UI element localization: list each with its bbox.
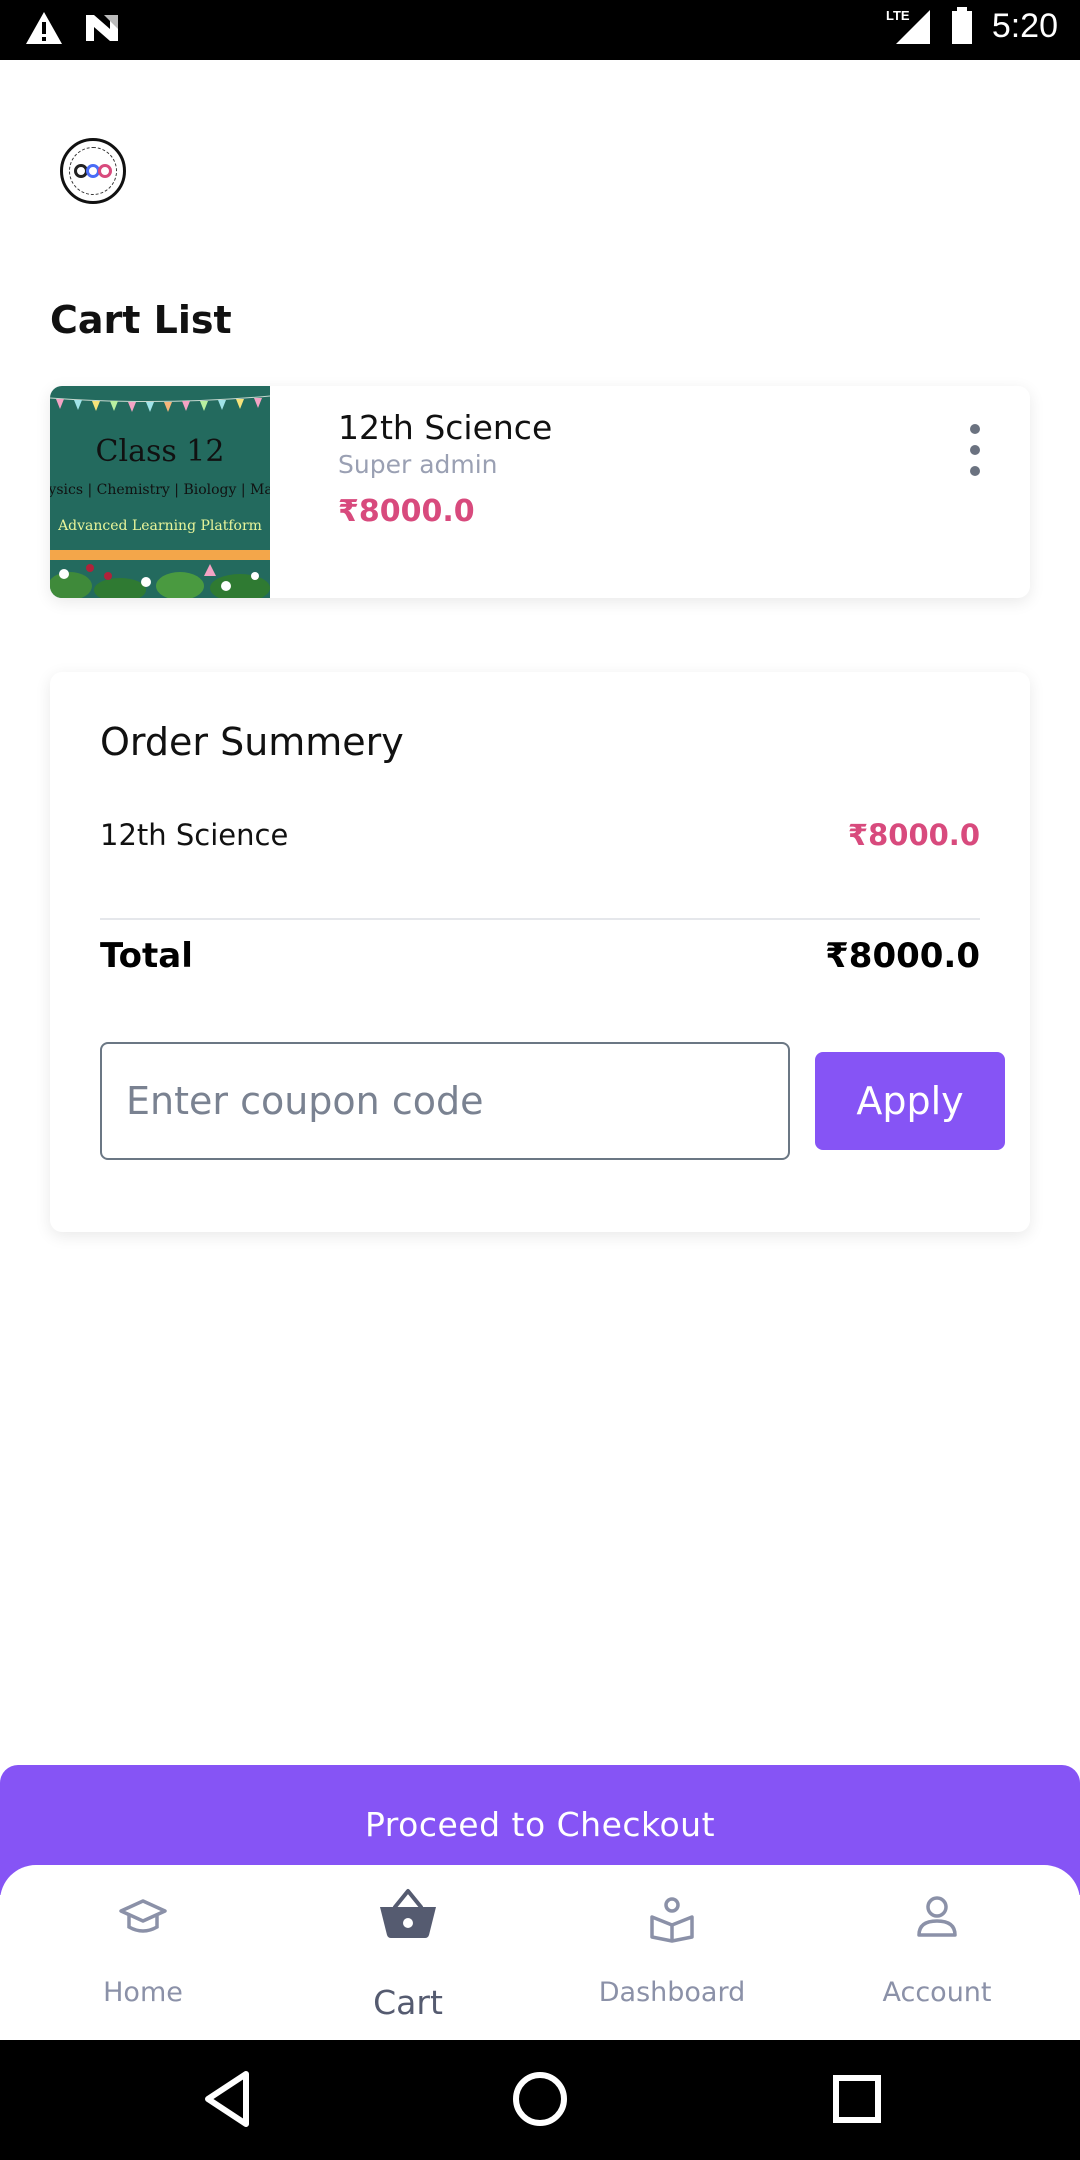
order-summary-card: Order Summery 12th Science ₹8000.0 Total… (50, 672, 1030, 1232)
nav-label-home: Home (103, 1977, 183, 2008)
course-thumbnail: Class 12 Physics | Chemistry | Biology |… (50, 386, 270, 598)
bunting-decoration (50, 395, 270, 412)
thumbnail-tagline: Advanced Learning Platform (58, 518, 262, 534)
reader-icon (650, 1897, 694, 1943)
thumbnail-title: Class 12 (95, 434, 225, 469)
nav-item-cart[interactable]: Cart (273, 1865, 543, 2040)
thumbnail-subjects: Physics | Chemistry | Biology | Mathemat… (50, 482, 270, 498)
nav-label-cart: Cart (373, 1983, 443, 2022)
home-circle-icon[interactable] (510, 2068, 570, 2130)
back-icon[interactable] (198, 2068, 254, 2130)
apply-coupon-button[interactable]: Apply (815, 1052, 1005, 1150)
battery-icon (951, 7, 972, 44)
nav-item-dashboard[interactable]: Dashboard (537, 1865, 807, 2040)
system-navigation-bar (0, 2040, 1080, 2160)
app-logo (60, 138, 126, 204)
summary-title: Order Summery (100, 720, 404, 764)
coupon-code-input[interactable] (100, 1042, 790, 1160)
nav-item-home[interactable]: Home (8, 1865, 278, 2040)
flower-decoration (50, 564, 270, 598)
clock: 5:20 (991, 6, 1058, 45)
total-label: Total (100, 936, 193, 976)
nav-label-account: Account (882, 1977, 992, 2008)
cart-item-card[interactable]: Class 12 Physics | Chemistry | Biology |… (50, 386, 1030, 598)
total-value: ₹8000.0 (825, 936, 980, 976)
svg-text:LTE: LTE (886, 8, 910, 23)
cart-item-author: Super admin (338, 450, 498, 479)
status-bar: LTE 5:20 (0, 0, 1080, 60)
warning-icon (26, 12, 62, 44)
summary-item-price: ₹8000.0 (847, 818, 980, 852)
recents-square-icon[interactable] (830, 2068, 884, 2130)
graduation-cap-icon (119, 1899, 167, 1933)
nav-item-account[interactable]: Account (802, 1865, 1072, 2040)
notification-n-icon (86, 15, 118, 41)
nav-label-dashboard: Dashboard (598, 1977, 746, 2008)
basket-icon (380, 1889, 436, 1938)
more-options-icon[interactable] (960, 424, 990, 476)
summary-item-name: 12th Science (100, 818, 289, 852)
lte-signal-icon: LTE (886, 8, 930, 44)
bottom-navigation: Home Cart Dashboard Account (0, 1865, 1080, 2040)
divider (100, 918, 980, 920)
page-title: Cart List (50, 298, 232, 342)
user-icon (917, 1896, 957, 1937)
cart-item-price: ₹8000.0 (338, 494, 475, 529)
cart-item-name: 12th Science (338, 408, 553, 447)
